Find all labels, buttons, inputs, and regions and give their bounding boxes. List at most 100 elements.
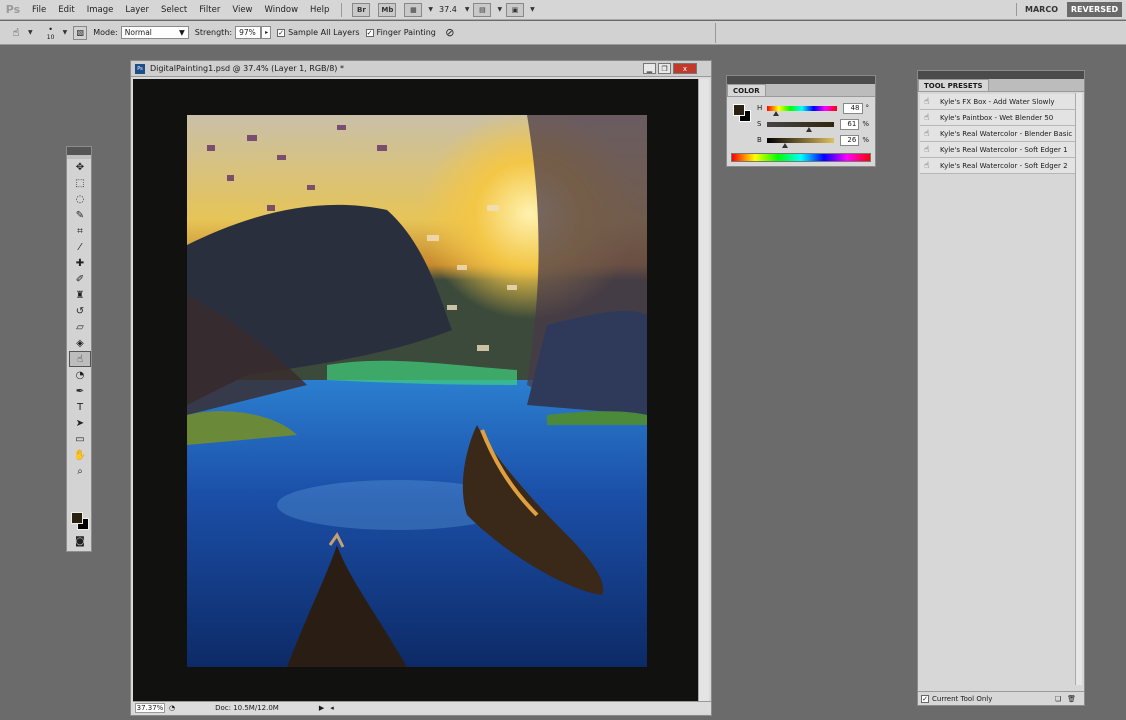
menu-edit[interactable]: Edit [52, 5, 80, 15]
eyedropper-tool-icon[interactable]: ⁄ [69, 239, 91, 255]
painting-canvas[interactable] [187, 115, 647, 667]
hue-slider[interactable] [766, 105, 837, 116]
path-select-tool-icon[interactable]: ➤ [69, 415, 91, 431]
bucket-tool-icon[interactable]: ◈ [69, 335, 91, 351]
preset-item[interactable]: ☝ Kyle's Paintbox - Wet Blender 50 [920, 110, 1075, 126]
preset-label: Kyle's Paintbox - Wet Blender 50 [940, 113, 1054, 122]
menu-filter[interactable]: Filter [193, 5, 226, 15]
sample-all-layers-checkbox[interactable]: ✓ [277, 28, 286, 37]
extras-button[interactable]: ▦ [404, 2, 423, 17]
psd-file-icon: Ps [135, 63, 145, 74]
menu-view[interactable]: View [226, 5, 258, 15]
lasso-tool-icon[interactable]: ◌ [69, 191, 91, 207]
tools-panel-header[interactable] [67, 147, 91, 155]
canvas-area[interactable] [133, 79, 698, 701]
pressure-icon[interactable]: ⊘ [440, 24, 460, 42]
vertical-scrollbar[interactable] [698, 79, 709, 701]
minimize-icon[interactable]: ▁ [643, 63, 656, 74]
saturation-input[interactable]: 61 [839, 118, 860, 130]
status-options-icon[interactable]: ◔ [169, 704, 175, 712]
zoom-tool-icon[interactable]: ⌕ [69, 463, 91, 479]
workspace-user[interactable]: MARCO [1016, 3, 1066, 16]
restore-icon[interactable]: ❐ [658, 63, 671, 74]
saturation-slider[interactable] [766, 121, 834, 132]
brightness-input[interactable]: 26 [839, 134, 860, 146]
hue-input[interactable]: 48 [842, 102, 863, 114]
menu-layer[interactable]: Layer [119, 5, 155, 15]
brush-size-picker[interactable]: • 10 [41, 24, 61, 42]
workspace-reversed-button[interactable]: REVERSED [1067, 2, 1122, 17]
crosshair-cursor-icon: ✛ [665, 229, 674, 240]
color-panel-header[interactable] [727, 76, 875, 84]
shape-tool-icon[interactable]: ▭ [69, 431, 91, 447]
healing-tool-icon[interactable]: ✚ [69, 255, 91, 271]
delete-preset-icon[interactable]: 🗑 [1067, 695, 1076, 703]
status-bar: 37.37% ◔ Doc: 10.5M/12.0M ▶ ◂ [133, 701, 711, 713]
smudge-preset-icon: ☝ [924, 160, 930, 171]
preset-item[interactable]: ☝ Kyle's FX Box - Add Water Slowly [920, 94, 1075, 110]
chevron-down-icon[interactable]: ▼ [530, 6, 535, 13]
hand-tool-icon[interactable]: ✋ [69, 447, 91, 463]
menu-select[interactable]: Select [155, 5, 193, 15]
menu-help[interactable]: Help [304, 5, 335, 15]
stamp-tool-icon[interactable]: ♜ [69, 287, 91, 303]
presets-scrollbar[interactable] [1075, 93, 1082, 685]
brush-panel-toggle-icon[interactable]: ▧ [73, 25, 88, 40]
color-foreground-swatch[interactable] [733, 104, 745, 116]
quick-select-tool-icon[interactable]: ✎ [69, 207, 91, 223]
scroll-left-icon[interactable]: ◂ [330, 704, 334, 712]
bridge-button[interactable]: Br [352, 2, 371, 17]
chevron-down-icon[interactable]: ▼ [465, 6, 470, 13]
chevron-down-icon[interactable]: ▼ [497, 6, 502, 13]
brush-tip-icon: • [48, 24, 53, 34]
finger-painting-checkbox[interactable]: ✓ [365, 28, 374, 37]
chevron-down-icon[interactable]: ▼ [63, 29, 68, 36]
mode-select[interactable]: Normal ▼ [120, 26, 189, 39]
new-preset-icon[interactable]: ❏ [1055, 695, 1061, 703]
saturation-thumb[interactable] [806, 126, 813, 132]
brightness-slider[interactable] [766, 137, 834, 148]
brush-tool-icon[interactable]: ✐ [69, 271, 91, 287]
current-tool-only-checkbox[interactable]: ✓ [921, 694, 929, 703]
arrange-documents-button[interactable]: ▤ [473, 2, 492, 17]
crop-tool-icon[interactable]: ⌗ [69, 223, 91, 239]
quick-mask-icon[interactable]: ◙ [69, 533, 91, 549]
status-menu-arrow-icon[interactable]: ▶ [319, 704, 324, 712]
color-tab[interactable]: COLOR [727, 84, 766, 96]
type-tool-icon[interactable]: T [69, 399, 91, 415]
options-bar: ☝ ▼ • 10 ▼ ▧ Mode: Normal ▼ Strength: 97% … [0, 21, 1126, 45]
zoom-field[interactable]: 37.37% [135, 702, 165, 713]
smudge-tool-icon[interactable]: ☝ [6, 24, 26, 42]
tool-presets-tab[interactable]: TOOL PRESETS [918, 79, 989, 91]
preset-item[interactable]: ☝ Kyle's Real Watercolor - Soft Edger 2 [920, 158, 1075, 174]
document-size-info: Doc: 10.5M/12.0M [215, 703, 279, 712]
menu-image[interactable]: Image [81, 5, 120, 15]
strength-input[interactable]: 97% [235, 26, 262, 39]
history-brush-tool-icon[interactable]: ↺ [69, 303, 91, 319]
tool-presets-header[interactable] [918, 71, 1084, 79]
dodge-tool-icon[interactable]: ◔ [69, 367, 91, 383]
document-tab[interactable]: Ps DigitalPainting1.psd @ 37.4% (Layer 1… [131, 61, 711, 77]
menu-window[interactable]: Window [259, 5, 305, 15]
menu-file[interactable]: File [26, 5, 52, 15]
mini-bridge-button[interactable]: Mb [378, 2, 397, 17]
eraser-tool-icon[interactable]: ▱ [69, 319, 91, 335]
color-panel: COLOR H 48 ° S 61 % B 26 % [726, 75, 876, 167]
hue-thumb[interactable] [773, 110, 780, 116]
preset-item[interactable]: ☝ Kyle's Real Watercolor - Blender Basic [920, 126, 1075, 142]
preset-item[interactable]: ☝ Kyle's Real Watercolor - Soft Edger 1 [920, 142, 1075, 158]
screen-mode-button[interactable]: ▣ [506, 2, 525, 17]
smudge-tool-icon[interactable]: ☝ [69, 351, 91, 367]
close-icon[interactable]: x [673, 63, 697, 74]
marquee-tool-icon[interactable]: ⬚ [69, 175, 91, 191]
pen-tool-icon[interactable]: ✒ [69, 383, 91, 399]
chevron-down-icon[interactable]: ▼ [428, 6, 433, 13]
foreground-color-swatch[interactable] [71, 512, 83, 524]
zoom-level-readout[interactable]: 37.4 [439, 5, 457, 14]
chevron-down-icon[interactable]: ▼ [28, 29, 33, 36]
brightness-thumb[interactable] [781, 142, 788, 148]
photoshop-logo: Ps [5, 3, 21, 16]
move-tool-icon[interactable]: ✥ [69, 159, 91, 175]
strength-slider-button[interactable]: ▸ [261, 26, 272, 39]
color-spectrum-bar[interactable] [731, 153, 871, 162]
